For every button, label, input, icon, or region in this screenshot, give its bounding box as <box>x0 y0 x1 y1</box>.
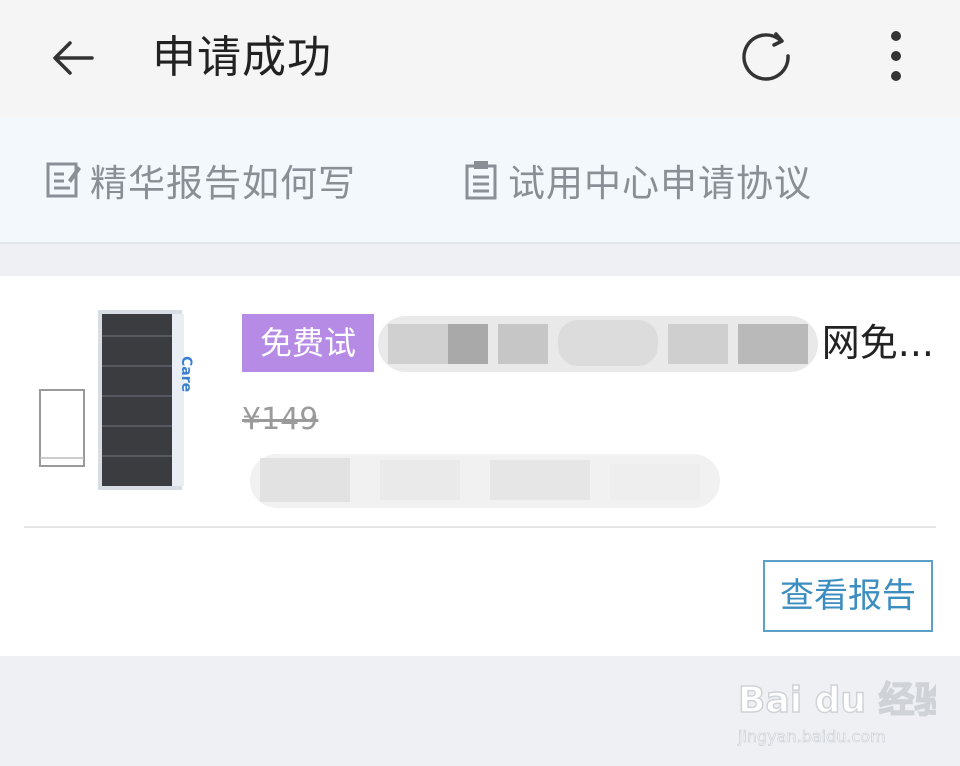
top-app-bar: 申请成功 <box>0 0 960 118</box>
edit-document-icon <box>46 162 81 198</box>
report-guide-link[interactable]: 精华报告如何写 <box>44 154 356 206</box>
more-options-button[interactable] <box>872 26 920 90</box>
redacted-apply-info <box>250 454 720 508</box>
page-title: 申请成功 <box>152 32 332 83</box>
refresh-button[interactable] <box>736 26 800 90</box>
more-vertical-icon <box>891 31 901 81</box>
arrow-left-icon <box>53 41 94 75</box>
svg-text:jingyan.baidu.com: jingyan.baidu.com <box>737 727 886 746</box>
back-button[interactable] <box>44 28 104 88</box>
svg-text:Care: Care <box>178 356 194 392</box>
report-guide-label: 精华报告如何写 <box>90 162 356 205</box>
original-price: ¥149 <box>242 402 319 437</box>
clipboard-icon <box>465 161 497 200</box>
refresh-icon <box>742 32 790 81</box>
help-links-bar: 精华报告如何写 试用中心申请协议 <box>0 118 960 244</box>
baidu-jingyan-watermark: Bai du 经验 jingyan.baidu.com <box>737 679 936 746</box>
trial-agreement-link[interactable]: 试用中心申请协议 <box>462 154 812 206</box>
view-report-button[interactable]: 查看报告 <box>763 560 933 632</box>
trial-product-card[interactable]: Care 免费试 网免... ¥149 查看报告 <box>0 276 960 656</box>
product-thumbnail: Care <box>39 310 194 490</box>
trial-agreement-label: 试用中心申请协议 <box>508 162 812 205</box>
svg-text:Bai du 经验: Bai du 经验 <box>738 680 936 721</box>
card-divider <box>24 526 936 528</box>
redacted-product-name <box>378 316 818 372</box>
free-trial-badge: 免费试 <box>242 314 374 372</box>
